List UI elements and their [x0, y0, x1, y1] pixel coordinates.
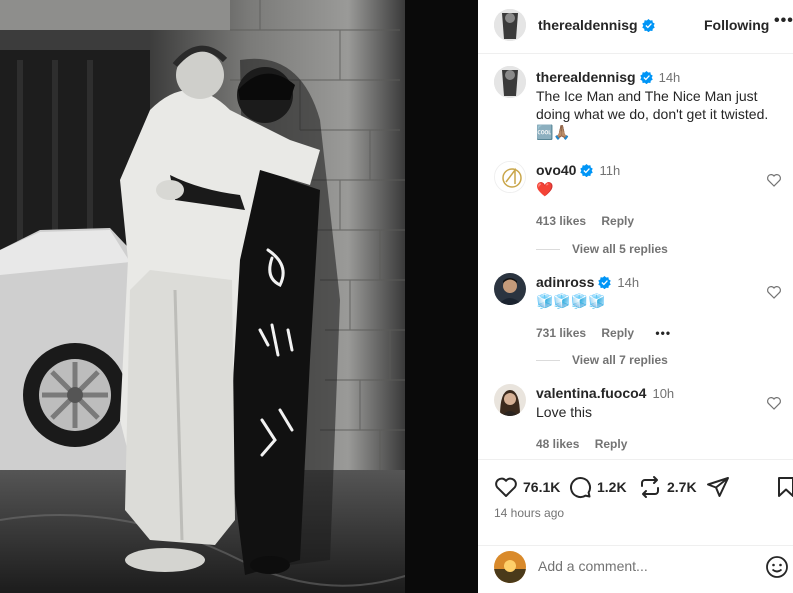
more-options-button[interactable]: •••: [774, 12, 793, 30]
comment-likes[interactable]: 48 likes: [536, 437, 579, 451]
comment-composer: [478, 545, 793, 593]
comment-body: ovo40 11h ❤️ 413 likes Reply: [536, 161, 756, 230]
author-username-text[interactable]: therealdennisg: [538, 17, 638, 33]
caption-time[interactable]: 14h: [659, 70, 681, 85]
reply-button[interactable]: Reply: [601, 214, 634, 228]
like-count[interactable]: 76.1K: [523, 479, 560, 495]
comment-like-heart-icon[interactable]: [766, 172, 782, 188]
comment-body: valentina.fuoco4 10h Love this 48 likes R…: [536, 384, 756, 453]
caption-text: The Ice Man and The Nice Man just doing …: [536, 88, 769, 122]
comment-icon: [570, 477, 592, 499]
save-button[interactable]: [774, 475, 793, 499]
comment-meta: 731 likes Reply •••: [536, 324, 756, 342]
comment-button[interactable]: 1.2K: [568, 475, 627, 499]
repost-icon: [641, 476, 659, 498]
share-icon: [707, 477, 729, 497]
commenter-avatar[interactable]: [494, 384, 526, 416]
caption-username[interactable]: therealdennisg: [536, 69, 636, 85]
comment-text: ❤️: [536, 181, 554, 197]
comment-like-heart-icon[interactable]: [766, 284, 782, 300]
reply-button[interactable]: Reply: [595, 437, 628, 451]
comment-meta: 48 likes Reply: [536, 435, 756, 453]
reply-button[interactable]: Reply: [601, 326, 634, 340]
comment-text: Love this: [536, 404, 593, 420]
repost-count[interactable]: 2.7K: [667, 479, 697, 495]
add-comment-input[interactable]: [538, 558, 758, 574]
comment-likes[interactable]: 731 likes: [536, 326, 586, 340]
post-actions: 76.1K 1.2K 2.7K 14 hours ago: [478, 459, 793, 593]
comment-text: 🧊🧊🧊🧊: [536, 293, 606, 309]
emoji-icon[interactable]: [765, 555, 789, 579]
bookmark-icon: [778, 477, 793, 497]
verified-badge-icon: [598, 276, 612, 289]
comment-time[interactable]: 10h: [652, 386, 674, 401]
post-header: therealdennisg Following •••: [478, 0, 793, 54]
post-image[interactable]: [0, 0, 478, 593]
post-photo: [0, 0, 478, 593]
comment-like-heart-icon[interactable]: [766, 395, 782, 411]
post-timestamp[interactable]: 14 hours ago: [494, 506, 564, 520]
comment-body: adinross 14h 🧊🧊🧊🧊 731 likes Reply •••: [536, 273, 756, 342]
current-user-avatar[interactable]: [494, 551, 526, 583]
caption-body: therealdennisg 14h The Ice Man and The Ni…: [536, 68, 789, 141]
comment-time[interactable]: 11h: [599, 163, 620, 178]
comment-username[interactable]: valentina.fuoco4: [536, 385, 646, 401]
comment-username[interactable]: adinross: [536, 274, 594, 290]
comment-more-button[interactable]: •••: [655, 326, 671, 340]
comment-meta: 413 likes Reply: [536, 212, 756, 230]
author-avatar[interactable]: [494, 9, 526, 41]
repost-button[interactable]: 2.7K: [638, 475, 697, 499]
caption-emojis: 🆒🙏🏽: [536, 124, 571, 140]
like-button[interactable]: 76.1K: [494, 475, 560, 499]
comment-username[interactable]: ovo40: [536, 162, 576, 178]
commenter-avatar[interactable]: [494, 273, 526, 305]
author-username[interactable]: therealdennisg: [538, 17, 655, 33]
comment-count[interactable]: 1.2K: [597, 479, 627, 495]
verified-badge-icon: [639, 71, 653, 84]
commenter-avatar[interactable]: [494, 161, 526, 193]
following-button[interactable]: Following: [704, 17, 769, 33]
caption-avatar[interactable]: [494, 66, 526, 98]
share-button[interactable]: [706, 475, 735, 499]
verified-badge-icon: [580, 164, 594, 177]
comment-time[interactable]: 14h: [617, 275, 639, 290]
comment-likes[interactable]: 413 likes: [536, 214, 586, 228]
heart-icon: [495, 477, 517, 497]
view-replies-button[interactable]: View all 7 replies: [536, 353, 668, 367]
post-panel: therealdennisg Following ••• therealdenn…: [478, 0, 793, 593]
view-replies-button[interactable]: View all 5 replies: [536, 242, 668, 256]
verified-badge-icon: [641, 19, 655, 32]
